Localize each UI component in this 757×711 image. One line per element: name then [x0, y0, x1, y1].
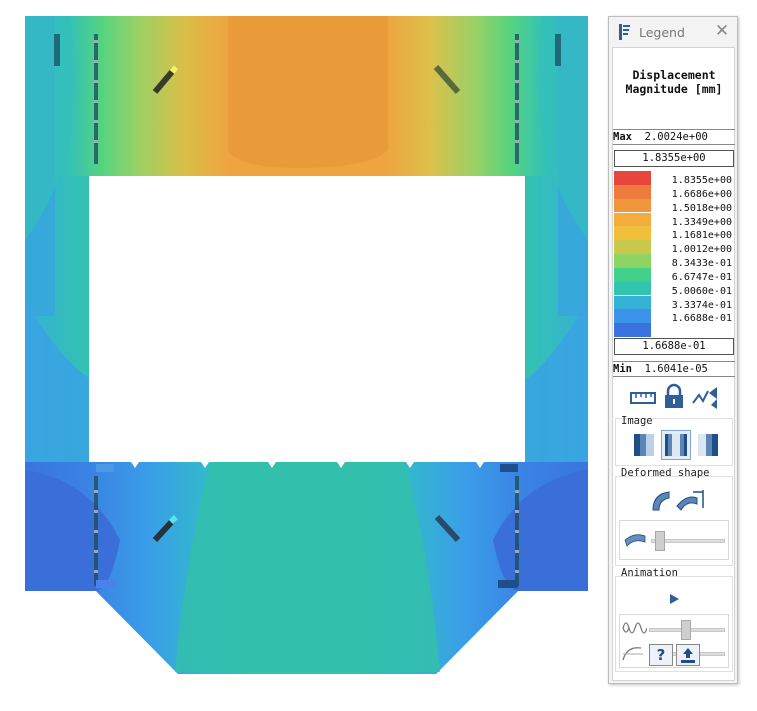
upper-limit-field[interactable]: 1.8355e+00 — [614, 150, 734, 167]
legend-logo-icon — [619, 24, 630, 40]
scale-swatch — [614, 198, 651, 213]
contour-gradient-icon[interactable] — [695, 432, 721, 458]
scale-swatch — [614, 184, 651, 199]
scale-label: 6.6747e-01 — [671, 271, 732, 283]
help-button[interactable]: ? — [649, 644, 673, 666]
deformed-section-label: Deformed shape — [621, 467, 710, 479]
contour-smooth-icon[interactable] — [661, 430, 691, 460]
displacement-contour-plot[interactable] — [0, 0, 600, 707]
result-heading: Displacement Magnitude [mm] — [613, 68, 735, 96]
result-heading-line2: Magnitude [mm] — [625, 82, 723, 96]
scale-label: 1.1681e+00 — [671, 230, 732, 242]
scale-label: 8.3433e-01 — [671, 258, 732, 269]
contour-band-icon[interactable] — [631, 432, 657, 458]
export-button[interactable] — [676, 644, 700, 666]
animation-section-label: Animation — [621, 567, 678, 579]
scale-label: 1.3349e+00 — [671, 216, 732, 228]
scale-label: 5.0060e-01 — [671, 285, 732, 297]
legend-toolbar — [613, 383, 735, 415]
max-value-row: Max 2.0024e+00 — [613, 129, 735, 145]
scale-label: 1.8355e+00 — [671, 175, 732, 186]
scale-swatch — [614, 267, 651, 282]
legend-titlebar[interactable]: Legend ✕ — [609, 17, 737, 47]
probe-icon[interactable] — [691, 383, 719, 411]
scale-label: 3.3374e-01 — [671, 299, 732, 311]
curve-icon — [622, 647, 643, 661]
legend-body: Displacement Magnitude [mm] Max 2.0024e+… — [612, 47, 735, 681]
image-section-label: Image — [621, 415, 653, 427]
scale-label: 1.6686e+00 — [671, 188, 732, 200]
color-scale: 1.8355e+00 1.6686e+00 1.5018e+00 1.3349e+00… — [614, 171, 734, 337]
scale-swatch — [614, 323, 651, 337]
export-icon — [681, 648, 695, 663]
scale-swatch — [614, 171, 651, 185]
max-value: 2.0024e+00 — [644, 131, 708, 143]
lower-limit-field[interactable]: 1.6688e-01 — [614, 338, 734, 355]
scale-label: 1.5018e+00 — [671, 202, 732, 214]
result-heading-line1: Displacement — [632, 68, 716, 82]
scale-label: 1.6688e-01 — [671, 313, 732, 325]
opening-cutout — [89, 176, 525, 462]
lock-icon[interactable] — [660, 383, 688, 411]
max-label: Max — [613, 131, 632, 143]
scale-swatch — [614, 240, 651, 254]
deform-scale-slider-thumb[interactable] — [655, 531, 665, 551]
legend-panel[interactable]: Legend ✕ Displacement Magnitude [mm] Max… — [608, 16, 738, 684]
scale-swatch — [614, 281, 651, 296]
deform-scale-small-icon — [624, 534, 646, 547]
scale-label: 1.0012e+00 — [671, 244, 732, 256]
frequency-slider-thumb[interactable] — [681, 620, 691, 640]
play-icon[interactable] — [667, 592, 681, 606]
min-value: 1.6041e-05 — [644, 363, 708, 375]
scale-swatch — [614, 226, 651, 241]
close-icon[interactable]: ✕ — [713, 21, 731, 41]
legend-title: Legend — [639, 25, 685, 40]
min-value-row: Min 1.6041e-05 — [613, 361, 735, 377]
deformed-scale-icon[interactable] — [675, 488, 705, 512]
scale-swatch — [614, 309, 651, 324]
min-label: Min — [613, 363, 632, 375]
scale-swatch — [614, 254, 651, 268]
model-viewport[interactable] — [0, 0, 600, 707]
wave-icon — [622, 622, 647, 634]
scale-swatch — [614, 295, 651, 310]
ruler-icon[interactable] — [629, 383, 657, 411]
scale-swatch — [614, 212, 651, 227]
deformed-shape-icon[interactable] — [649, 488, 673, 512]
